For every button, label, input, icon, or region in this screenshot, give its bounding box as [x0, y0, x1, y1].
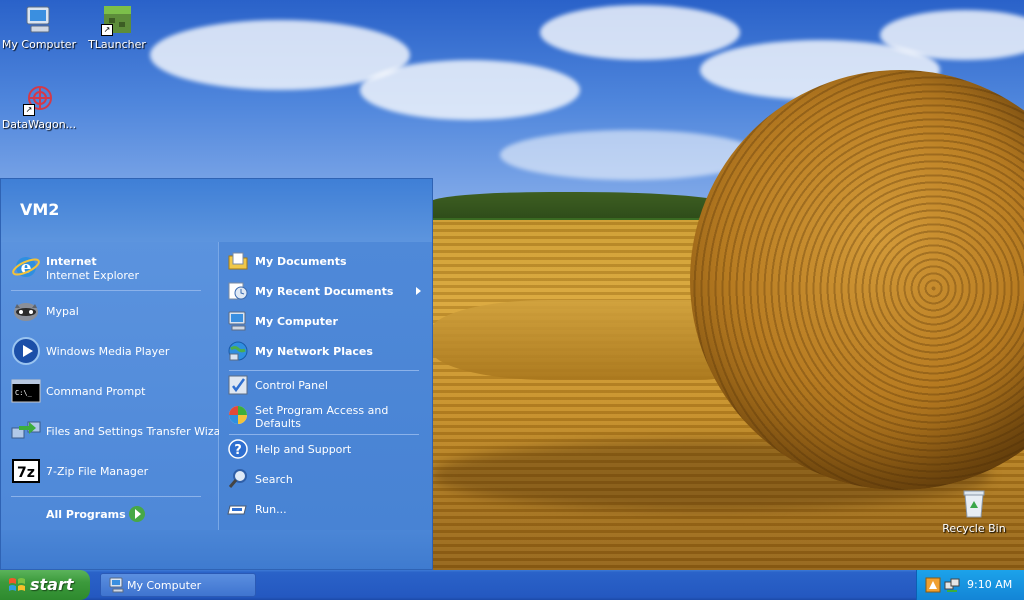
start-label: start	[30, 575, 74, 594]
command-prompt-icon: C:\_	[11, 376, 41, 406]
separator	[11, 496, 201, 497]
tray-app-icon[interactable]	[925, 577, 941, 593]
my-computer-icon	[227, 310, 249, 332]
user-name: VM2	[20, 200, 60, 219]
place-label: My Network Places	[255, 345, 373, 358]
tool-label: Help and Support	[255, 443, 352, 456]
start-menu-left-pane: e Internet Internet Explorer Mypal Windo…	[1, 242, 232, 530]
cloud	[360, 60, 580, 120]
place-my-documents[interactable]: My Documents	[225, 248, 427, 276]
program-label: Command Prompt	[46, 385, 146, 398]
search-icon	[227, 468, 249, 490]
desktop-icon-label: TLauncher	[88, 38, 146, 51]
svg-text:?: ?	[234, 443, 242, 458]
program-transfer-wizard[interactable]: Files and Settings Transfer Wizard	[9, 414, 232, 450]
settings-label-line2: Defaults	[255, 417, 301, 430]
transfer-wizard-icon	[11, 416, 41, 446]
program-windows-media-player[interactable]: Windows Media Player	[9, 334, 214, 370]
system-tray: 9:10 AM	[916, 570, 1024, 600]
tool-label: Run...	[255, 503, 287, 516]
taskbar-button-my-computer[interactable]: My Computer	[100, 573, 256, 597]
place-my-recent-documents[interactable]: My Recent Documents	[225, 278, 427, 306]
search[interactable]: Search	[225, 466, 427, 494]
shortcut-arrow-icon: ↗	[23, 104, 35, 116]
desktop-icon-label: My Computer	[1, 38, 77, 51]
desktop-icon-my-computer[interactable]: My Computer	[0, 4, 79, 51]
all-programs-label: All Programs	[46, 508, 126, 521]
run[interactable]: Run...	[225, 496, 427, 524]
place-my-network-places[interactable]: My Network Places	[225, 338, 427, 366]
tlauncher-icon: ↗	[101, 4, 133, 36]
shortcut-arrow-icon: ↗	[101, 24, 113, 36]
place-my-computer[interactable]: My Computer	[225, 308, 427, 336]
network-places-icon	[227, 340, 249, 362]
mypal-icon	[11, 296, 41, 326]
desktop-icon-recycle-bin[interactable]: Recycle Bin	[934, 488, 1014, 535]
separator	[229, 370, 419, 371]
svg-text:7z: 7z	[17, 465, 35, 481]
program-command-prompt[interactable]: C:\_ Command Prompt	[9, 374, 214, 410]
place-label: My Recent Documents	[255, 285, 394, 298]
settings-label: Set Program Access and	[255, 404, 389, 417]
program-access-icon	[227, 404, 249, 426]
program-label: 7-Zip File Manager	[46, 465, 149, 478]
desktop-icon-datawagon[interactable]: ↗ DataWagon...	[0, 84, 79, 131]
media-player-icon	[11, 336, 41, 366]
start-button[interactable]: start	[0, 570, 90, 600]
settings-program-access[interactable]: Set Program Access and Defaults	[225, 402, 427, 434]
program-7zip[interactable]: 7z 7-Zip File Manager	[9, 454, 214, 490]
program-label: Windows Media Player	[46, 345, 170, 358]
pinned-internet[interactable]: e Internet Internet Explorer	[9, 250, 214, 286]
tool-label: Search	[255, 473, 293, 486]
submenu-arrow-icon	[416, 287, 421, 295]
cloud	[540, 5, 740, 60]
desktop-icon-tlauncher[interactable]: ↗ TLauncher	[77, 4, 157, 51]
settings-control-panel[interactable]: Control Panel	[225, 372, 427, 400]
taskbar: start My Computer 9:10 AM	[0, 570, 1024, 600]
all-programs-button[interactable]: All Programs	[9, 500, 214, 530]
task-label: My Computer	[127, 579, 202, 592]
recycle-bin-icon	[958, 488, 990, 520]
desktop-icon-label: DataWagon...	[1, 118, 77, 131]
pinned-subtitle: Internet Explorer	[46, 269, 139, 282]
my-documents-icon	[227, 250, 249, 272]
recent-documents-icon	[227, 280, 249, 302]
green-arrow-icon	[127, 504, 147, 524]
my-computer-icon	[109, 577, 125, 593]
separator	[229, 434, 419, 435]
start-menu-right-pane: My Documents My Recent Documents My Comp…	[219, 242, 432, 530]
place-label: My Documents	[255, 255, 347, 268]
program-label: Files and Settings Transfer Wizard	[46, 425, 232, 438]
place-label: My Computer	[255, 315, 338, 328]
hay-bale-back	[430, 300, 730, 380]
my-computer-icon	[23, 4, 55, 36]
settings-label: Control Panel	[255, 379, 328, 392]
pinned-title: Internet	[46, 255, 97, 268]
control-panel-icon	[227, 374, 249, 396]
windows-logo-icon	[8, 576, 26, 594]
network-tray-icon[interactable]	[944, 577, 960, 593]
start-menu: VM2 e Internet Internet Explorer Mypal W…	[0, 178, 433, 570]
separator	[11, 290, 201, 291]
help-and-support[interactable]: ? Help and Support	[225, 436, 427, 464]
7zip-icon: 7z	[11, 456, 41, 486]
start-menu-footer	[1, 530, 432, 569]
svg-text:C:\_: C:\_	[15, 389, 33, 397]
program-label: Mypal	[46, 305, 79, 318]
internet-explorer-icon: e	[11, 252, 41, 282]
desktop-icon-label: Recycle Bin	[942, 522, 1006, 535]
datawagon-icon: ↗	[23, 84, 55, 116]
start-menu-header: VM2	[1, 179, 432, 243]
treeline	[430, 192, 730, 218]
run-icon	[227, 498, 249, 520]
program-mypal[interactable]: Mypal	[9, 294, 214, 330]
help-icon: ?	[227, 438, 249, 460]
clock[interactable]: 9:10 AM	[967, 578, 1012, 591]
